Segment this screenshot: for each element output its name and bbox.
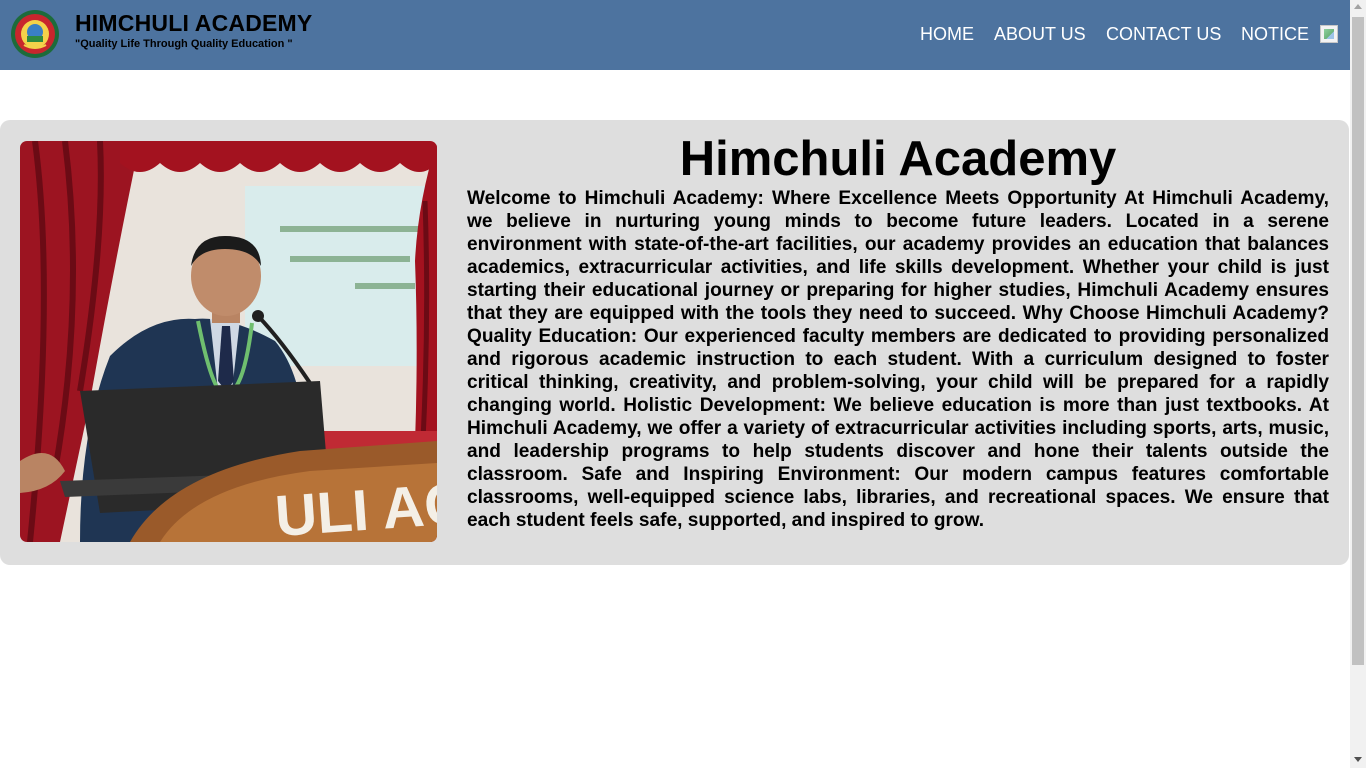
- nav-notice-link[interactable]: NOTICE: [1241, 24, 1309, 45]
- site-title: HIMCHULI ACADEMY: [75, 10, 313, 36]
- broken-image-icon[interactable]: [1320, 25, 1338, 43]
- nav-contact-link[interactable]: CONTACT US: [1106, 24, 1221, 45]
- scrollbar-thumb[interactable]: [1352, 17, 1364, 665]
- nav-home-link[interactable]: HOME: [920, 24, 974, 45]
- site-tagline: "Quality Life Through Quality Education …: [75, 38, 293, 50]
- main-heading: Himchuli Academy: [679, 132, 1117, 186]
- school-emblem-logo[interactable]: [10, 9, 60, 59]
- scroll-down-arrow-icon[interactable]: [1354, 757, 1362, 762]
- site-header: HIMCHULI ACADEMY "Quality Life Through Q…: [0, 0, 1350, 70]
- nav-about-link[interactable]: ABOUT US: [994, 24, 1086, 45]
- speaker-at-podium-photo: ULI ACA: [20, 141, 437, 542]
- vertical-scrollbar[interactable]: [1350, 0, 1366, 768]
- intro-paragraph: Welcome to Himchuli Academy: Where Excel…: [467, 188, 1329, 531]
- scroll-up-arrow-icon[interactable]: [1354, 4, 1362, 9]
